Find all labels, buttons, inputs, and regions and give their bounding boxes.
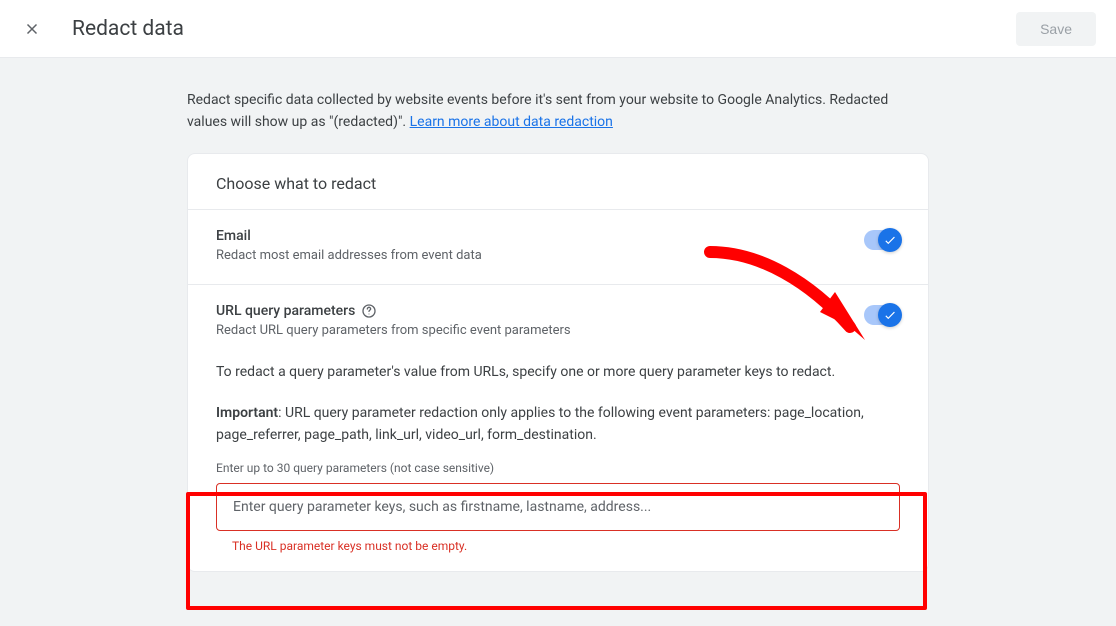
input-hint: Enter up to 30 query parameters (not cas… (216, 461, 900, 475)
close-icon[interactable] (20, 17, 44, 41)
header-bar: Redact data Save (0, 0, 1116, 58)
toggle-email[interactable] (864, 230, 900, 250)
body-area: Redact specific data collected by websit… (0, 58, 1116, 626)
option-url-subtitle: Redact URL query parameters from specifi… (216, 322, 864, 340)
input-section: Enter up to 30 query parameters (not cas… (216, 461, 900, 553)
learn-more-link[interactable]: Learn more about data redaction (410, 114, 613, 130)
settings-card: Choose what to redact Email Redact most … (187, 153, 929, 571)
option-url-title-text: URL query parameters (216, 303, 355, 319)
option-url-title: URL query parameters (216, 303, 864, 319)
url-important-text: : URL query parameter redaction only app… (216, 405, 864, 443)
content-wrap: Redact specific data collected by websit… (187, 58, 929, 572)
option-email-subtitle: Redact most email addresses from event d… (216, 247, 864, 265)
option-url-top: URL query parameters Redact URL query pa… (216, 303, 900, 340)
intro-text: Redact specific data collected by websit… (187, 90, 929, 133)
input-error-text: The URL parameter keys must not be empty… (232, 539, 900, 553)
header-left: Redact data (20, 17, 184, 41)
option-email-left: Email Redact most email addresses from e… (216, 228, 864, 265)
toggle-url[interactable] (864, 305, 900, 325)
toggle-email-knob (878, 228, 902, 252)
url-body-text-2: Important: URL query parameter redaction… (216, 403, 900, 446)
save-button[interactable]: Save (1016, 12, 1096, 46)
card-section-title: Choose what to redact (188, 154, 928, 209)
toggle-url-knob (878, 303, 902, 327)
url-important-label: Important (216, 405, 278, 421)
url-body-text-1: To redact a query parameter's value from… (216, 362, 900, 384)
option-row-email: Email Redact most email addresses from e… (188, 209, 928, 283)
option-url-left: URL query parameters Redact URL query pa… (216, 303, 864, 340)
option-row-url: URL query parameters Redact URL query pa… (188, 284, 928, 571)
help-icon[interactable] (361, 303, 377, 319)
option-email-title: Email (216, 228, 864, 244)
query-parameters-input[interactable] (216, 483, 900, 531)
page-title: Redact data (72, 17, 184, 41)
